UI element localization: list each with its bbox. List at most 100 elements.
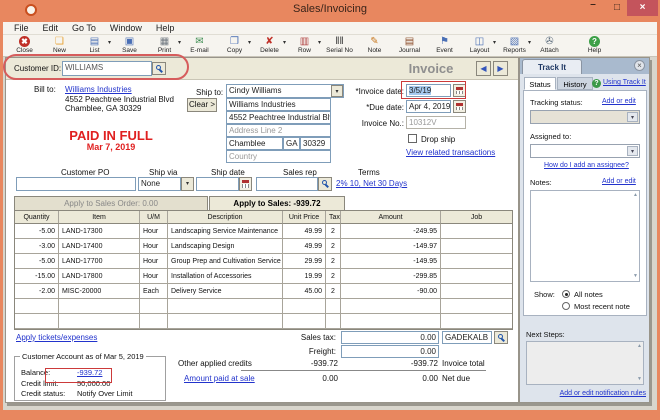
table-row[interactable]: -2.00 MISC-20000 Each Delivery Service 4… [15, 284, 512, 299]
scroll-down-icon[interactable]: ▼ [633, 274, 638, 279]
dropdown-arrow-icon[interactable]: ▾ [248, 39, 251, 46]
cell-job[interactable] [441, 239, 512, 254]
cell-amount[interactable]: -149.97 [341, 239, 441, 254]
ship-to-address2-field[interactable]: Address Line 2 [226, 124, 331, 137]
toolbar-button[interactable]: ✘ ▾ Delete [252, 35, 287, 55]
toolbar-button[interactable]: ❏ New [42, 35, 77, 55]
ship-via-dropdown[interactable]: None [138, 177, 181, 191]
tracking-status-dropdown[interactable]: ▾ [530, 110, 640, 124]
toolbar-button[interactable]: ▦ ▾ Print [147, 35, 182, 55]
toolbar-button[interactable]: ❐ ▾ Copy [217, 35, 252, 55]
ship-to-dropdown[interactable]: Cindy Williams [226, 84, 344, 98]
cell-description[interactable]: Landscaping Service Maintenance [168, 224, 283, 239]
dropdown-arrow-icon[interactable]: ▾ [318, 39, 321, 46]
cell-item[interactable]: LAND-17700 [59, 254, 140, 269]
toolbar-button[interactable]: ▣ Save [112, 35, 147, 55]
cell-item[interactable]: LAND-17300 [59, 224, 140, 239]
tab-status[interactable]: Status [524, 77, 556, 90]
menu-item[interactable]: Go To [65, 23, 103, 33]
cell-unit-price[interactable]: 29.99 [283, 254, 326, 269]
drop-ship-checkbox[interactable] [408, 134, 417, 143]
ship-to-name-field[interactable]: Williams Industries [226, 98, 331, 111]
toolbar-button[interactable]: ✇ Attach [532, 35, 567, 55]
close-window-button[interactable]: × [627, 0, 658, 16]
sales-tax-field[interactable]: 0.00 [341, 331, 439, 344]
toolbar-button[interactable]: ▥ ▾ Row [287, 35, 322, 55]
dropdown-arrow-icon[interactable]: ▾ [627, 112, 638, 122]
toolbar-button[interactable]: ✖ Close [7, 35, 42, 55]
track-it-close-icon[interactable]: × [634, 60, 645, 71]
cell-unit-price[interactable]: 49.99 [283, 239, 326, 254]
freight-field[interactable]: 0.00 [341, 345, 439, 358]
customer-lookup-button[interactable] [152, 62, 166, 75]
notes-add-link[interactable]: Add or edit [602, 178, 636, 185]
cell-job[interactable] [441, 284, 512, 299]
customer-id-input[interactable]: WILLIAMS [62, 61, 152, 76]
maximize-button[interactable]: □ [609, 0, 625, 16]
balance-value-link[interactable]: -939.72 [77, 368, 102, 377]
cell-amount[interactable]: -249.95 [341, 224, 441, 239]
cell-quantity[interactable]: -5.00 [15, 224, 59, 239]
toolbar-button[interactable]: ▧ ▾ Reports [497, 35, 532, 55]
customer-po-input[interactable] [16, 177, 136, 191]
cell-item[interactable]: MISC-20000 [59, 284, 140, 299]
due-date-input[interactable]: Apr 4, 2019 [406, 100, 451, 113]
cell-description[interactable]: Landscaping Design [168, 239, 283, 254]
scroll-down-icon[interactable]: ▼ [637, 377, 642, 382]
cell-um[interactable]: Hour [140, 239, 168, 254]
bill-to-name-link[interactable]: Williams Industries [65, 85, 132, 94]
cell-um[interactable]: Hour [140, 269, 168, 284]
toolbar-button[interactable]: ▤ Journal [392, 35, 427, 55]
prev-record-button[interactable]: ◀ [476, 61, 491, 76]
view-related-transactions-link[interactable]: View related transactions [406, 148, 495, 157]
table-row[interactable]: -5.00 LAND-17700 Hour Group Prep and Cul… [15, 254, 512, 269]
all-notes-radio[interactable] [562, 290, 570, 298]
ship-to-city-field[interactable]: Chamblee [226, 137, 283, 150]
ship-to-state-field[interactable]: GA [283, 137, 300, 150]
dropdown-arrow-icon[interactable]: ▾ [178, 39, 181, 46]
sales-rep-lookup-button[interactable] [318, 177, 332, 191]
notes-textarea[interactable]: ▲ ▼ [530, 190, 640, 282]
clear-button[interactable]: Clear > [187, 98, 217, 112]
next-record-button[interactable]: ▶ [493, 61, 508, 76]
cell-tax[interactable]: 2 [326, 284, 341, 299]
ship-to-zip-field[interactable]: 30329 [300, 137, 331, 150]
assigned-to-dropdown[interactable]: ▾ [530, 144, 640, 158]
next-steps-textarea[interactable]: ▲ ▼ [526, 341, 644, 385]
cell-item[interactable]: LAND-17400 [59, 239, 140, 254]
cell-um[interactable]: Hour [140, 224, 168, 239]
menu-item[interactable]: Help [149, 23, 182, 33]
cell-quantity[interactable]: -15.00 [15, 269, 59, 284]
ship-date-input[interactable] [196, 177, 239, 191]
assignee-help-link[interactable]: How do I add an assignee? [544, 162, 629, 169]
cell-job[interactable] [441, 269, 512, 284]
toolbar-button[interactable]: ? Help [577, 35, 612, 55]
apply-tickets-expenses-link[interactable]: Apply tickets/expenses [16, 333, 97, 342]
sales-tax-lookup-button[interactable] [494, 331, 508, 344]
cell-tax[interactable]: 2 [326, 224, 341, 239]
cell-description[interactable]: Delivery Service [168, 284, 283, 299]
due-date-calendar-icon[interactable] [453, 100, 466, 113]
sales-tax-code-field[interactable]: GADEKALB [442, 331, 492, 344]
toolbar-button[interactable]: ‖‖ Serial No [322, 35, 357, 55]
tracking-status-add-link[interactable]: Add or edit [602, 98, 636, 105]
cell-job[interactable] [441, 224, 512, 239]
empty-table-row[interactable] [15, 299, 512, 314]
cell-amount[interactable]: -90.00 [341, 284, 441, 299]
cell-tax[interactable]: 2 [326, 269, 341, 284]
most-recent-note-radio[interactable] [562, 302, 570, 310]
cell-quantity[interactable]: -5.00 [15, 254, 59, 269]
cell-tax[interactable]: 2 [326, 254, 341, 269]
using-track-it-link[interactable]: Using Track It [603, 79, 646, 86]
amount-paid-at-sale-link[interactable]: Amount paid at sale [184, 374, 255, 383]
sales-rep-input[interactable] [256, 177, 318, 191]
tab-history[interactable]: History [557, 77, 593, 90]
tab-apply-to-sales-order[interactable]: Apply to Sales Order: 0.00 [14, 196, 208, 210]
dropdown-arrow-icon[interactable]: ▾ [493, 39, 496, 46]
notification-rules-link[interactable]: Add or edit notification rules [534, 390, 646, 397]
toolbar-button[interactable]: ◫ ▾ Layout [462, 35, 497, 55]
toolbar-button[interactable]: ⚑ Event [427, 35, 462, 55]
cell-tax[interactable]: 2 [326, 239, 341, 254]
minimize-button[interactable]: – [585, 0, 601, 16]
tab-apply-to-sales[interactable]: Apply to Sales: -939.72 [209, 196, 345, 210]
